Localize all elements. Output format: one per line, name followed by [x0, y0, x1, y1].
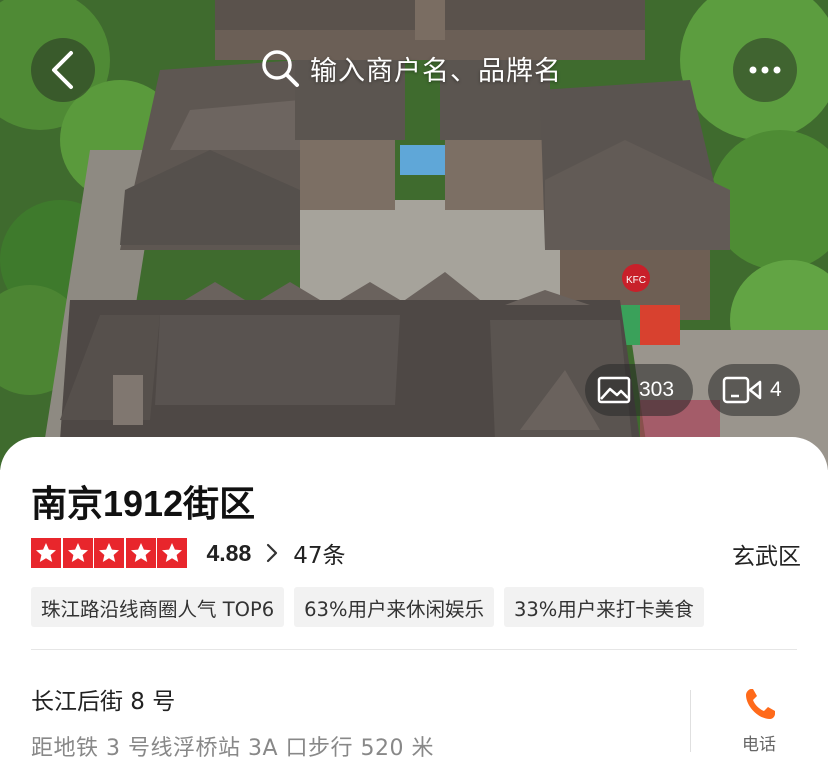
- more-button[interactable]: [733, 38, 797, 102]
- poi-info-card: 南京1912街区 4.88 47条 玄武区 珠江路沿线商圈人气 TOP6 63%…: [0, 437, 828, 781]
- phone-label: 电话: [742, 735, 776, 755]
- star-icon: [157, 538, 187, 568]
- star-rating: [31, 538, 189, 568]
- tag-food[interactable]: 33%用户来打卡美食: [503, 587, 704, 627]
- star-icon: [31, 538, 61, 568]
- back-button[interactable]: [31, 38, 95, 102]
- divider: [31, 649, 797, 650]
- top-navigation: 输入商户名、品牌名: [0, 0, 828, 140]
- rating-score: 4.88: [206, 539, 252, 566]
- photos-button[interactable]: 303: [585, 364, 693, 416]
- phone-button[interactable]: 电话: [720, 687, 798, 757]
- rating-row: 4.88 47条 玄武区: [31, 536, 801, 570]
- vertical-divider: [690, 690, 691, 752]
- tag-list: 珠江路沿线商圈人气 TOP6 63%用户来休闲娱乐 33%用户来打卡美食: [31, 587, 714, 627]
- review-count: 47条: [293, 543, 346, 569]
- chevron-right-icon: [267, 543, 278, 563]
- tag-ranking[interactable]: 珠江路沿线商圈人气 TOP6: [31, 587, 285, 627]
- video-camera-icon: [722, 376, 762, 404]
- photo-count: 303: [639, 378, 675, 401]
- videos-button[interactable]: 4: [708, 364, 800, 416]
- reviews-link[interactable]: 47条: [263, 536, 346, 570]
- back-arrow-icon: [52, 51, 73, 89]
- hero-photo[interactable]: KFC 输入商户名、品牌名 303 4: [0, 0, 828, 470]
- distance-text: 距地铁 3 号线浮桥站 3A 口步行 520 米: [31, 736, 434, 761]
- phone-icon: [746, 689, 775, 719]
- star-icon: [125, 538, 156, 568]
- poi-title: 南京1912街区: [31, 483, 256, 524]
- video-count: 4: [770, 378, 782, 401]
- star-icon: [62, 538, 93, 568]
- district-label: 玄武区: [732, 544, 801, 570]
- search-icon: [262, 50, 299, 87]
- image-icon: [597, 376, 631, 404]
- more-dots-icon: [749, 66, 781, 74]
- search-placeholder: 输入商户名、品牌名: [310, 55, 562, 87]
- tag-leisure[interactable]: 63%用户来休闲娱乐: [294, 587, 494, 627]
- svg-text:KFC: KFC: [626, 275, 646, 286]
- search-bar[interactable]: 输入商户名、品牌名: [250, 36, 580, 100]
- star-icon: [94, 538, 124, 568]
- address-text[interactable]: 长江后街 8 号: [31, 682, 175, 716]
